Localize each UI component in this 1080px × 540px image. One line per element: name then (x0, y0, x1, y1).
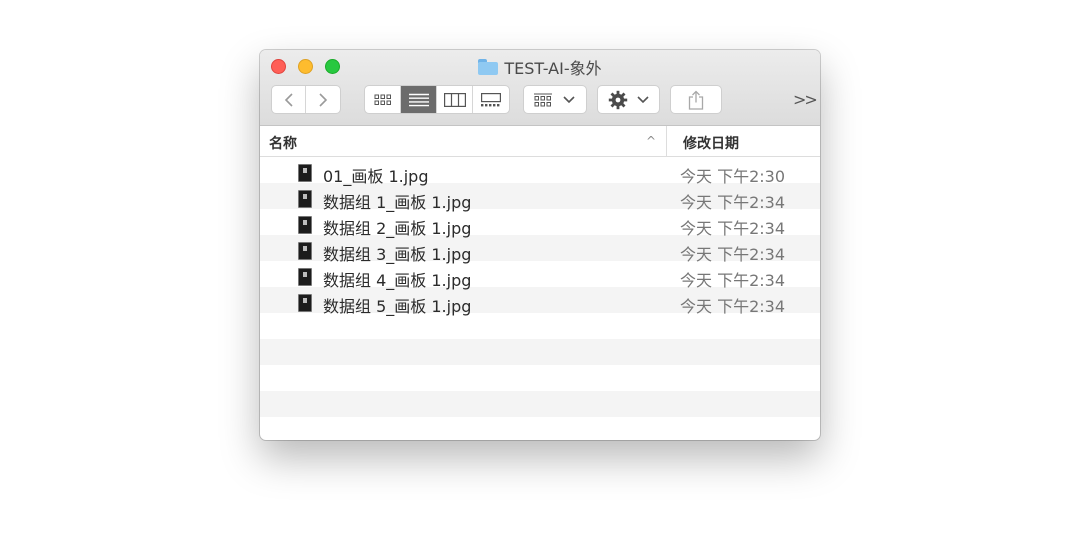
list-header: 名称 ^ 修改日期 (260, 126, 820, 157)
file-name: 数据组 2_画板 1.jpg (323, 219, 472, 238)
list-view-button[interactable] (401, 86, 437, 113)
column-header-name[interactable]: 名称 (269, 133, 297, 153)
toolbar-overflow-button[interactable]: >> (793, 90, 818, 109)
chevron-right-icon (319, 92, 328, 107)
file-row[interactable]: 01_画板 1.jpg 今天 下午2:30 (260, 159, 820, 186)
file-date: 今天 下午2:30 (680, 167, 786, 186)
image-file-icon (298, 216, 312, 234)
group-icon (534, 93, 552, 106)
file-date: 今天 下午2:34 (680, 219, 786, 238)
view-mode-control (364, 85, 510, 114)
file-name: 数据组 5_画板 1.jpg (323, 297, 472, 316)
group-by-button[interactable] (523, 85, 587, 114)
file-date: 今天 下午2:34 (680, 245, 786, 264)
file-row[interactable]: 数据组 2_画板 1.jpg 今天 下午2:34 (260, 211, 820, 238)
window-title: TEST-AI-象外 (260, 55, 820, 79)
grid-icon (374, 94, 391, 105)
list-stripe (260, 365, 820, 391)
sort-indicator: ^ (646, 134, 657, 148)
navigation-buttons (271, 85, 341, 114)
list-icon (408, 93, 429, 106)
chevron-left-icon (284, 92, 293, 107)
file-name: 数据组 4_画板 1.jpg (323, 271, 472, 290)
title-bar: TEST-AI-象外 >> (260, 50, 820, 126)
gallery-view-button[interactable] (473, 86, 509, 113)
file-row[interactable]: 数据组 1_画板 1.jpg 今天 下午2:34 (260, 185, 820, 212)
image-file-icon (298, 268, 312, 286)
folder-icon (478, 59, 499, 75)
column-header-date[interactable]: 修改日期 (683, 133, 739, 153)
file-row[interactable]: 数据组 3_画板 1.jpg 今天 下午2:34 (260, 237, 820, 264)
image-file-icon (298, 164, 312, 182)
action-menu-button[interactable] (597, 85, 660, 114)
icon-view-button[interactable] (365, 86, 401, 113)
columns-icon (443, 92, 466, 107)
list-stripe (260, 339, 820, 365)
file-row[interactable]: 数据组 5_画板 1.jpg 今天 下午2:34 (260, 289, 820, 316)
chevron-down-icon (636, 95, 649, 103)
share-button[interactable] (670, 85, 722, 114)
file-name: 数据组 3_画板 1.jpg (323, 245, 472, 264)
gear-icon (608, 90, 627, 109)
file-name: 01_画板 1.jpg (323, 167, 429, 186)
image-file-icon (298, 294, 312, 312)
file-list: 01_画板 1.jpg 今天 下午2:30 数据组 1_画板 1.jpg 今天 … (260, 157, 820, 440)
chevron-down-icon (563, 95, 575, 103)
image-file-icon (298, 190, 312, 208)
gallery-icon (481, 92, 501, 106)
file-name: 数据组 1_画板 1.jpg (323, 193, 472, 212)
image-file-icon (298, 242, 312, 260)
file-date: 今天 下午2:34 (680, 297, 786, 316)
column-divider[interactable] (666, 126, 667, 157)
file-date: 今天 下午2:34 (680, 193, 786, 212)
column-view-button[interactable] (437, 86, 473, 113)
file-date: 今天 下午2:34 (680, 271, 786, 290)
file-row[interactable]: 数据组 4_画板 1.jpg 今天 下午2:34 (260, 263, 820, 290)
list-stripe (260, 417, 820, 440)
share-icon (688, 90, 704, 110)
list-stripe (260, 391, 820, 417)
window-title-text: TEST-AI-象外 (504, 59, 602, 78)
forward-button[interactable] (306, 86, 340, 113)
back-button[interactable] (272, 86, 306, 113)
finder-window: TEST-AI-象外 >> 名称 ^ 修改日期 01_画板 1.jpg 今天 下… (260, 50, 820, 440)
